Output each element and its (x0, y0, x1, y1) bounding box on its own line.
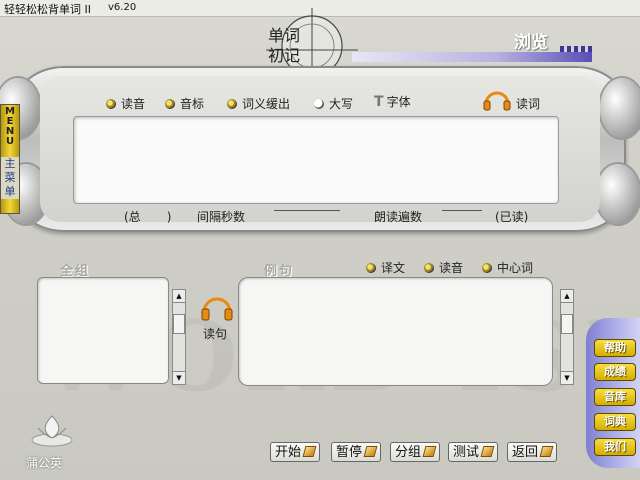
scroll-down-icon[interactable]: ▼ (561, 371, 573, 384)
right-lens-decoration (600, 78, 640, 138)
radio-icon (165, 99, 175, 109)
option-uppercase[interactable]: 大写 (314, 95, 353, 112)
pause-button[interactable]: 暂停 (331, 442, 382, 462)
scroll-down-icon[interactable]: ▼ (173, 371, 185, 384)
scores-button[interactable]: 成绩 (594, 363, 636, 381)
option-meaning-delay[interactable]: 词义缓出 (227, 95, 290, 112)
gem-icon (302, 446, 317, 457)
total-count: (总) (124, 210, 172, 224)
app-version: v6.20 (108, 2, 137, 13)
scroll-up-icon[interactable]: ▲ (561, 290, 573, 303)
logo-text: 蒲公英 (26, 456, 63, 470)
option-center-word[interactable]: 中心词 (482, 259, 533, 276)
group-list-scrollbar[interactable]: ▲ ▼ (172, 289, 186, 385)
radio-icon (314, 99, 324, 109)
font-button[interactable]: T 字体 (374, 93, 411, 110)
repeat-count-field[interactable] (442, 210, 482, 211)
start-button[interactable]: 开始 (270, 442, 321, 462)
radio-icon (424, 263, 434, 273)
browse-label[interactable]: 浏览 (514, 28, 548, 53)
headphone-icon[interactable] (482, 86, 512, 112)
interval-seconds-label: 间隔秒数 (197, 210, 246, 224)
radio-icon (227, 99, 237, 109)
radio-icon (366, 263, 376, 273)
word-display-area[interactable] (73, 116, 559, 204)
sound-library-button[interactable]: 音库 (594, 388, 636, 406)
gem-icon (480, 446, 495, 457)
group-button[interactable]: 分组 (390, 442, 441, 462)
menu-cn-label: 主菜单 (1, 157, 19, 199)
gem-icon (363, 446, 378, 457)
browse-progress-bar (352, 52, 592, 62)
about-us-button[interactable]: 我们 (594, 438, 636, 456)
help-button[interactable]: 帮助 (594, 339, 636, 357)
gem-icon (422, 446, 437, 457)
browse-tick-marks (560, 46, 592, 52)
repeat-count-label: 朗读遍数 (374, 210, 423, 224)
dandelion-logo-icon (31, 415, 73, 447)
menu-en-label: MENU (5, 106, 15, 147)
interval-seconds-field[interactable] (274, 210, 340, 211)
font-t-icon: T (374, 94, 384, 110)
example-sentence-area[interactable] (238, 277, 553, 386)
option-example-pronunciation[interactable]: 读音 (424, 259, 463, 276)
scroll-thumb[interactable] (561, 314, 573, 334)
app-title: 轻轻松松背单词 II (4, 3, 91, 16)
option-translation[interactable]: 译文 (366, 259, 405, 276)
radio-icon (106, 99, 116, 109)
radio-icon (482, 263, 492, 273)
right-lens-decoration-2 (596, 164, 640, 224)
test-button[interactable]: 测试 (448, 442, 499, 462)
dictionary-button[interactable]: 词典 (594, 413, 636, 431)
read-count: (已读) (495, 210, 529, 224)
option-pronunciation[interactable]: 读音 (106, 95, 145, 112)
group-list[interactable] (37, 277, 169, 384)
read-word-label[interactable]: 读词 (516, 95, 540, 112)
gem-icon (539, 446, 554, 457)
back-button[interactable]: 返回 (507, 442, 558, 462)
option-phonetic[interactable]: 音标 (165, 95, 204, 112)
scroll-thumb[interactable] (173, 314, 185, 334)
main-menu-tab[interactable]: MENU 主菜单 (0, 104, 20, 214)
read-sentence-label[interactable]: 读句 (203, 325, 227, 342)
headphone-icon[interactable] (200, 292, 234, 322)
mode-label: 单词 初记 (268, 26, 301, 65)
scroll-up-icon[interactable]: ▲ (173, 290, 185, 303)
example-scrollbar[interactable]: ▲ ▼ (560, 289, 574, 385)
